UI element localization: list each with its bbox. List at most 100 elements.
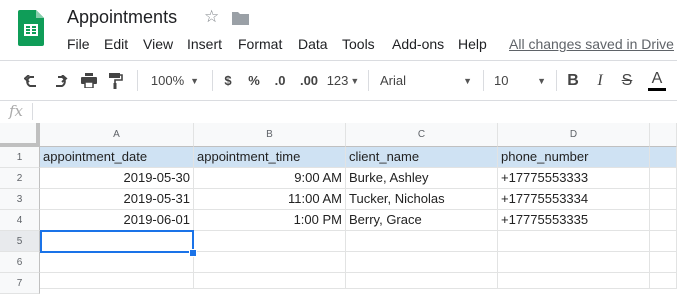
column-header-c[interactable]: C [346, 123, 498, 147]
redo-button[interactable] [48, 61, 72, 100]
menu-tools[interactable]: Tools [342, 36, 375, 52]
folder-icon[interactable] [232, 11, 249, 25]
zoom-value: 100% [150, 73, 185, 88]
row-header-4[interactable]: 4 [0, 210, 40, 231]
fill-handle[interactable] [189, 249, 197, 257]
cell-c2[interactable]: Burke, Ashley [346, 168, 498, 189]
save-status-link[interactable]: All changes saved in Drive [509, 36, 674, 52]
cell-c4[interactable]: Berry, Grace [346, 210, 498, 231]
percent-format-button[interactable]: % [244, 61, 264, 100]
cell-b2[interactable]: 9:00 AM [194, 168, 346, 189]
cell-e6[interactable] [650, 252, 677, 273]
font-size-value: 10 [494, 73, 509, 88]
cell-e3[interactable] [650, 189, 677, 210]
cell-a7[interactable] [40, 273, 194, 289]
document-title[interactable]: Appointments [67, 7, 177, 28]
more-formats-select[interactable]: 123 ▼ [325, 61, 361, 100]
cell-a5[interactable] [40, 231, 194, 252]
row-header-1[interactable]: 1 [0, 147, 40, 168]
cell-a6[interactable] [40, 252, 194, 273]
row-header-3[interactable]: 3 [0, 189, 40, 210]
cell-c5[interactable] [346, 231, 498, 252]
print-button[interactable] [77, 61, 101, 100]
font-family-value: Arial [380, 73, 407, 88]
undo-icon [24, 74, 36, 87]
cell-e7[interactable] [650, 273, 677, 289]
row-header-5[interactable]: 5 [0, 231, 40, 252]
toolbar-divider [556, 70, 557, 91]
cell-b7[interactable] [194, 273, 346, 289]
row-header-6[interactable]: 6 [0, 252, 40, 273]
column-header-b[interactable]: B [194, 123, 346, 147]
print-icon [81, 73, 97, 88]
cell-b1[interactable]: appointment_time [194, 147, 346, 168]
column-header-e[interactable] [650, 123, 677, 147]
cell-c7[interactable] [346, 273, 498, 289]
cell-a3[interactable]: 2019-05-31 [40, 189, 194, 210]
currency-format-button[interactable]: $ [218, 61, 238, 100]
sheets-logo-icon[interactable] [18, 10, 44, 46]
formula-divider [32, 103, 33, 120]
select-all-corner[interactable] [0, 123, 40, 147]
column-header-d[interactable]: D [498, 123, 650, 147]
text-color-swatch [648, 87, 666, 91]
menu-edit[interactable]: Edit [104, 36, 128, 52]
cell-a1[interactable]: appointment_date [40, 147, 194, 168]
menu-help[interactable]: Help [458, 36, 487, 52]
cell-e1[interactable] [650, 147, 677, 168]
chevron-down-icon: ▼ [350, 75, 360, 86]
cell-a2[interactable]: 2019-05-30 [40, 168, 194, 189]
bold-button[interactable]: B [562, 61, 584, 100]
menu-file[interactable]: File [67, 36, 90, 52]
paint-format-button[interactable] [104, 61, 128, 100]
cell-a4[interactable]: 2019-06-01 [40, 210, 194, 231]
cell-e2[interactable] [650, 168, 677, 189]
formula-bar: fx [0, 100, 677, 124]
cell-c1[interactable]: client_name [346, 147, 498, 168]
cell-c3[interactable]: Tucker, Nicholas [346, 189, 498, 210]
increase-decimals-button[interactable]: .00 [295, 61, 323, 100]
more-formats-label: 123 [326, 73, 349, 88]
cell-d2[interactable]: +17775553333 [498, 168, 650, 189]
undo-button[interactable] [20, 61, 44, 100]
menu-insert[interactable]: Insert [187, 36, 222, 52]
cell-d3[interactable]: +17775553334 [498, 189, 650, 210]
menu-format[interactable]: Format [238, 36, 282, 52]
text-color-label: A [651, 69, 663, 87]
cell-d7[interactable] [498, 273, 650, 289]
text-color-button[interactable]: A [644, 61, 670, 100]
paint-format-icon [109, 72, 123, 89]
cell-e5[interactable] [650, 231, 677, 252]
column-header-a[interactable]: A [40, 123, 194, 147]
cell-b6[interactable] [194, 252, 346, 273]
cell-d1[interactable]: phone_number [498, 147, 650, 168]
menu-view[interactable]: View [143, 36, 173, 52]
cell-b5[interactable] [194, 231, 346, 252]
chevron-down-icon: ▼ [537, 75, 546, 86]
cell-d5[interactable] [498, 231, 650, 252]
fx-icon: fx [9, 102, 24, 120]
row-header-2[interactable]: 2 [0, 168, 40, 189]
cell-c6[interactable] [346, 252, 498, 273]
toolbar-divider [137, 70, 138, 91]
menu-data[interactable]: Data [298, 36, 328, 52]
cell-d4[interactable]: +17775553335 [498, 210, 650, 231]
italic-button[interactable]: I [589, 61, 611, 100]
toolbar: 100% ▼ $ % .0 .00 123 ▼ Arial ▼ 10 ▼ B I… [0, 60, 677, 101]
font-family-select[interactable]: Arial ▼ [376, 61, 476, 100]
decrease-decimals-label: .0 [274, 73, 286, 88]
cell-b4[interactable]: 1:00 PM [194, 210, 346, 231]
font-size-select[interactable]: 10 ▼ [490, 61, 550, 100]
formula-input[interactable] [40, 103, 660, 120]
strikethrough-button[interactable]: S [616, 61, 638, 100]
cell-e4[interactable] [650, 210, 677, 231]
cell-d6[interactable] [498, 252, 650, 273]
cell-b3[interactable]: 11:00 AM [194, 189, 346, 210]
decrease-decimals-button[interactable]: .0 [269, 61, 291, 100]
menu-add-ons[interactable]: Add-ons [392, 36, 444, 52]
increase-decimals-label: .00 [299, 73, 319, 88]
star-icon[interactable]: ☆ [204, 7, 219, 27]
header: Appointments ☆ File Edit View Insert For… [0, 0, 677, 60]
zoom-select[interactable]: 100% ▼ [146, 61, 204, 100]
row-header-7[interactable]: 7 [0, 273, 40, 294]
